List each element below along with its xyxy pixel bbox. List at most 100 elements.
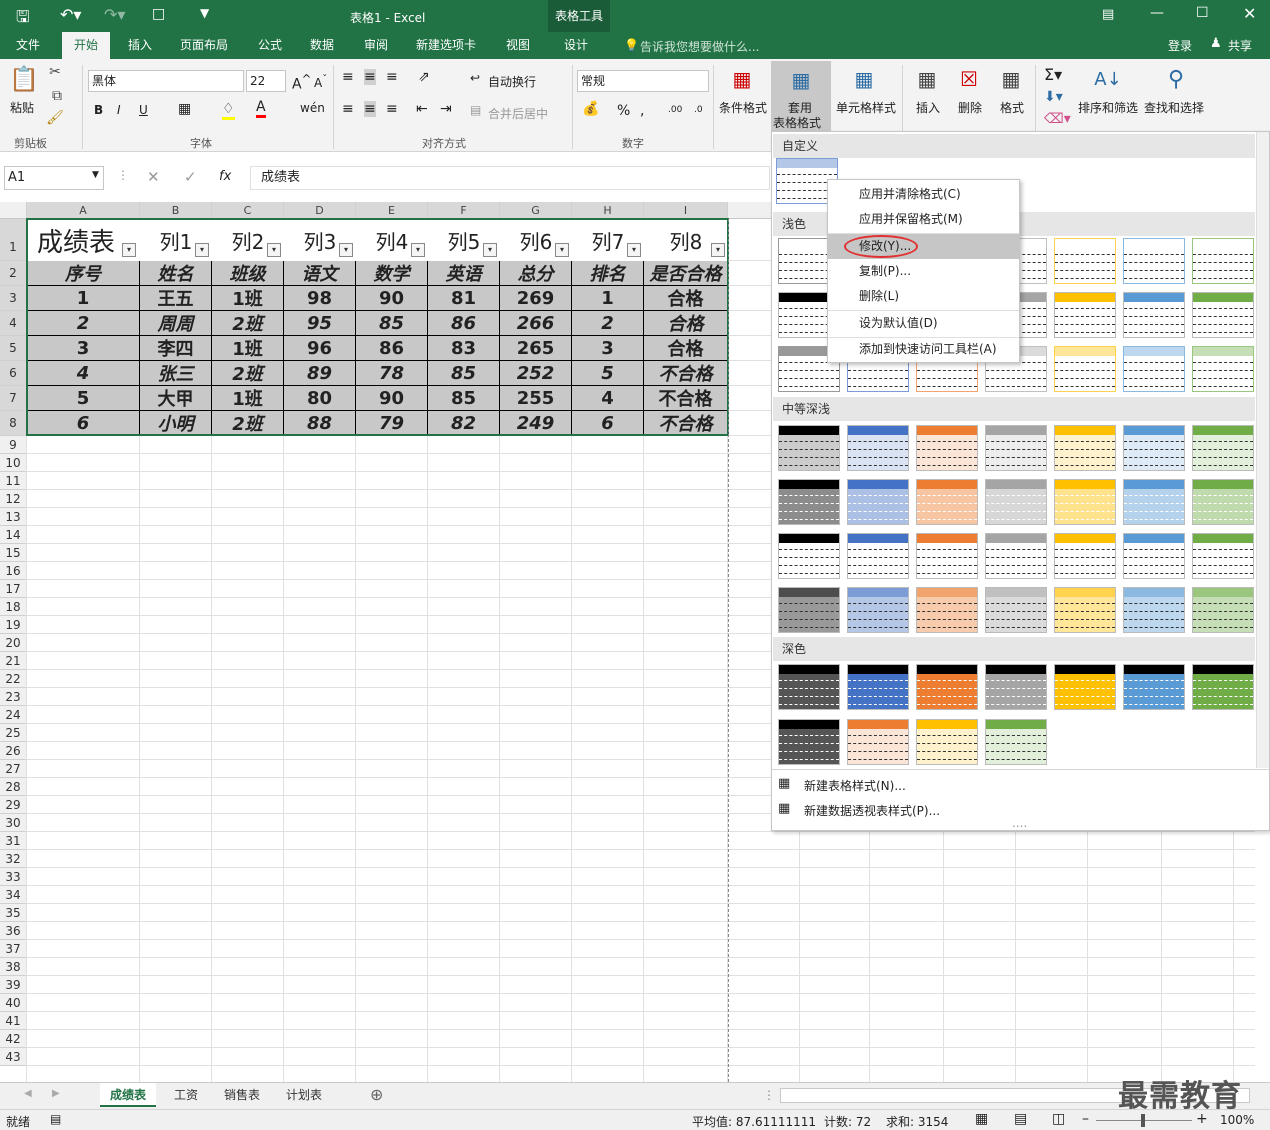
data-cell[interactable]: 6 [27,411,140,436]
data-cell[interactable]: 89 [284,361,356,386]
name-box[interactable]: A1 [4,166,104,190]
filter-dropdown-icon[interactable]: ▾ [627,243,641,257]
row-header[interactable]: 1 [0,219,27,261]
format-cells-button[interactable]: 格式 [1000,99,1024,116]
data-cell[interactable]: 合格 [644,286,728,311]
field-header-cell[interactable]: 班级 [212,261,284,286]
style-swatch-light[interactable] [1192,238,1254,284]
paste-icon[interactable]: 📋 [9,63,39,95]
merge-center-button[interactable]: 合并后居中 [488,105,548,122]
style-swatch-light[interactable] [1054,238,1116,284]
zoom-slider-thumb[interactable] [1141,1114,1145,1127]
field-header-cell[interactable]: 排名 [572,261,644,286]
customize-qat-icon[interactable]: ▼ [200,6,209,20]
data-cell[interactable]: 1班 [212,386,284,411]
tab-file[interactable]: 文件 [4,32,52,59]
data-cell[interactable]: 266 [500,311,572,336]
fill-icon[interactable]: ⬇▾ [1044,89,1063,105]
row-header[interactable]: 12 [0,490,27,508]
filter-dropdown-icon[interactable]: ▾ [339,243,353,257]
new-pivot-style-item[interactable]: 新建数据透视表样式(P)... [804,802,940,819]
menu-set-default[interactable]: 设为默认值(D) [828,311,1019,336]
underline-button[interactable]: U [139,103,148,117]
page-break-view-icon[interactable]: ◫ [1052,1111,1065,1127]
data-cell[interactable]: 85 [356,311,428,336]
tab-design[interactable]: 设计 [552,32,600,59]
insert-cells-icon[interactable]: ▦ [912,63,942,95]
style-swatch-medium[interactable] [778,425,840,471]
column-header-D[interactable]: D [284,202,356,219]
merge-center-icon[interactable]: ▤ [470,103,481,117]
style-swatch-medium[interactable] [985,533,1047,579]
data-cell[interactable]: 2班 [212,311,284,336]
style-swatch-medium[interactable] [1054,425,1116,471]
align-center-icon[interactable]: ≡ [364,101,376,117]
data-cell[interactable]: 255 [500,386,572,411]
field-header-cell[interactable]: 姓名 [140,261,212,286]
cell-styles-button[interactable]: 单元格样式 [836,99,896,116]
row-header[interactable]: 13 [0,508,27,526]
data-cell[interactable]: 1 [572,286,644,311]
ribbon-display-icon[interactable]: ▤ [1102,7,1114,22]
data-cell[interactable]: 4 [27,361,140,386]
insert-cells-button[interactable]: 插入 [916,99,940,116]
style-swatch-medium[interactable] [1192,587,1254,633]
format-painter-icon[interactable]: 🖌 [46,109,64,127]
macro-record-icon[interactable]: ▤ [50,1112,61,1126]
column-header-H[interactable]: H [572,202,644,219]
style-swatch-light[interactable] [1123,346,1185,392]
sheet-tab-salary[interactable]: 工资 [164,1083,208,1107]
row-header[interactable]: 9 [0,436,27,454]
style-swatch-medium[interactable] [916,425,978,471]
data-cell[interactable]: 81 [428,286,500,311]
style-swatch-medium[interactable] [1123,479,1185,525]
row-header[interactable]: 40 [0,994,27,1012]
scroll-right-icon[interactable]: ▶ [52,1088,60,1099]
insert-function-icon[interactable]: fx [219,169,231,184]
column-header-F[interactable]: F [428,202,500,219]
style-swatch-medium[interactable] [985,425,1047,471]
style-swatch-medium[interactable] [847,425,909,471]
redo-icon[interactable]: ↷▾ [104,5,125,24]
resize-grip-icon[interactable]: .... [1012,816,1027,830]
data-cell[interactable]: 269 [500,286,572,311]
data-cell[interactable]: 李四 [140,336,212,361]
copy-icon[interactable]: ⧉ [46,87,68,105]
table-format-button[interactable]: ▦ 套用 表格格式 [771,61,831,131]
style-swatch-dark[interactable] [847,664,909,710]
row-header[interactable]: 7 [0,386,27,411]
filter-dropdown-icon[interactable]: ▾ [267,243,281,257]
clear-icon[interactable]: ⌫▾ [1044,111,1071,127]
row-header[interactable]: 32 [0,850,27,868]
data-cell[interactable]: 82 [428,411,500,436]
row-header[interactable]: 25 [0,724,27,742]
sort-filter-button[interactable]: 排序和筛选 [1078,99,1138,116]
row-header[interactable]: 37 [0,940,27,958]
data-cell[interactable]: 265 [500,336,572,361]
column-header-C[interactable]: C [212,202,284,219]
scroll-left-icon[interactable]: ◀ [24,1088,32,1099]
row-header[interactable]: 41 [0,1012,27,1030]
tab-page-layout[interactable]: 页面布局 [168,32,240,59]
align-top-icon[interactable]: ≡ [342,69,354,85]
new-file-icon[interactable]: □ [152,6,165,22]
row-header[interactable]: 23 [0,688,27,706]
delete-cells-button[interactable]: 删除 [958,99,982,116]
style-swatch-dark[interactable] [985,719,1047,765]
find-select-icon[interactable]: ⚲ [1160,63,1192,95]
row-header[interactable]: 30 [0,814,27,832]
row-header[interactable]: 39 [0,976,27,994]
row-header[interactable]: 21 [0,652,27,670]
save-icon[interactable]: 🖫 [16,6,30,33]
row-header[interactable]: 43 [0,1048,27,1066]
style-swatch-dark[interactable] [916,719,978,765]
formula-input[interactable]: 成绩表 [250,166,770,190]
zoom-out-icon[interactable]: – [1082,1111,1089,1127]
row-header[interactable]: 17 [0,580,27,598]
data-cell[interactable]: 83 [428,336,500,361]
style-swatch-light[interactable] [1192,346,1254,392]
confirm-formula-icon[interactable]: ✓ [184,168,197,186]
style-swatch-medium[interactable] [916,587,978,633]
sheet-tab-plan[interactable]: 计划表 [276,1083,332,1107]
style-swatch-dark[interactable] [916,664,978,710]
